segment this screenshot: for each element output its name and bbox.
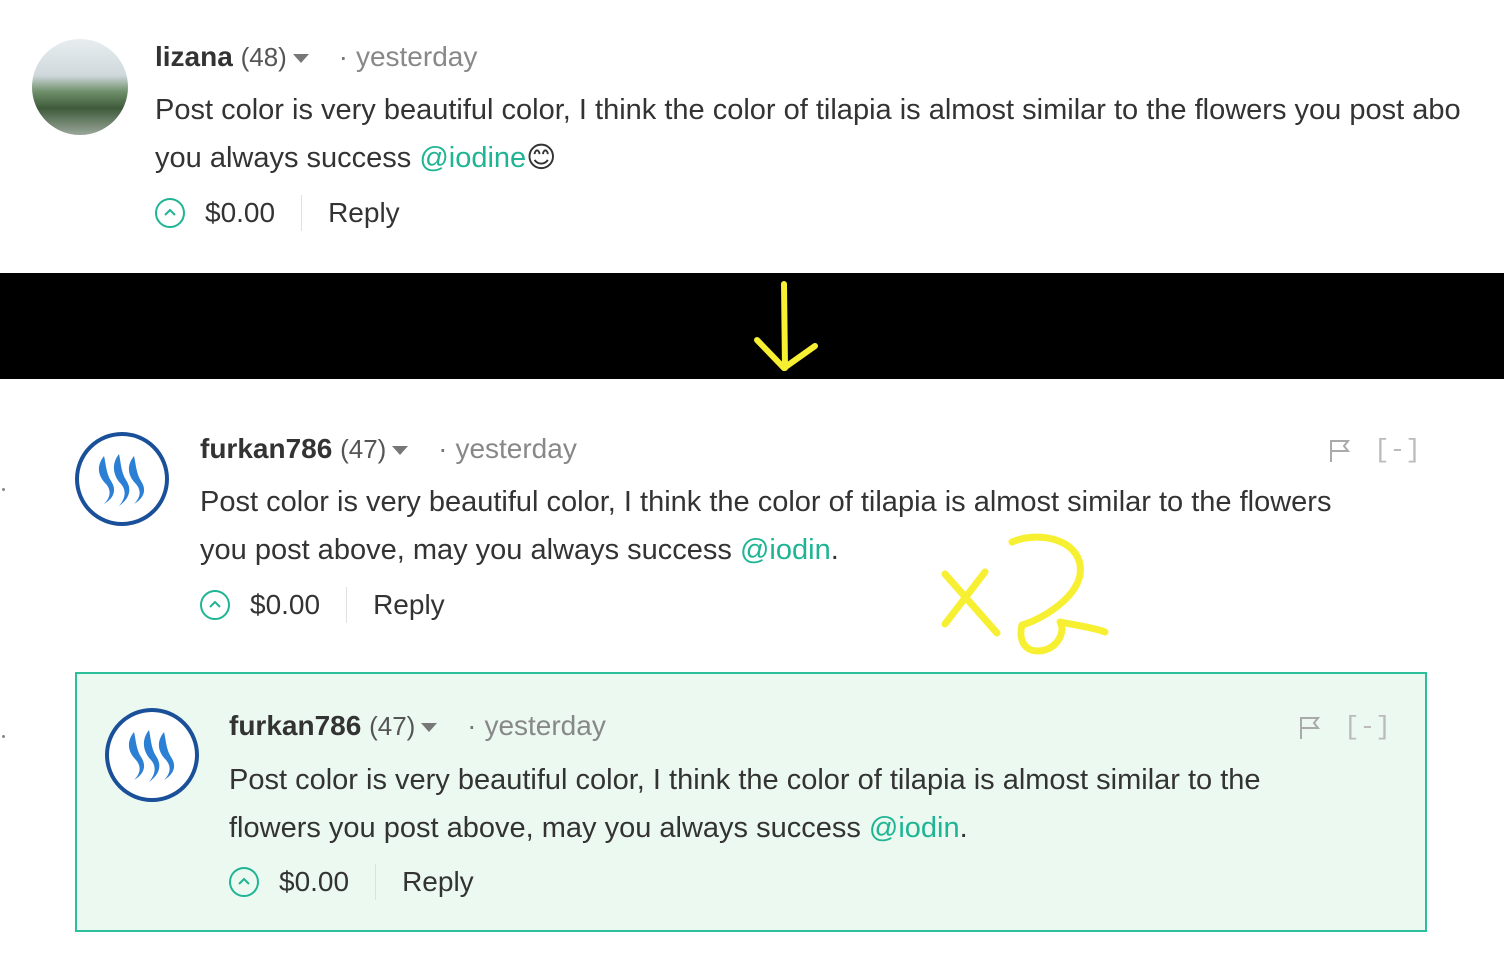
comment-text: .	[959, 812, 968, 844]
divider	[301, 194, 303, 231]
comment-actions: $0.00 Reply	[229, 863, 474, 900]
comment-lizana: lizana (48) · yesterday Post color is ver…	[0, 0, 1504, 270]
author-name[interactable]: lizana	[155, 41, 233, 72]
divider	[346, 586, 348, 623]
reply-button[interactable]: Reply	[402, 865, 474, 899]
comment-header: furkan786 (47) · yesterday	[200, 432, 577, 466]
upvote-icon[interactable]	[200, 589, 230, 620]
comment-line: Post color is very beautiful color, I th…	[155, 94, 1461, 126]
mention-link[interactable]: @iodine	[419, 142, 526, 174]
upvote-icon[interactable]	[155, 197, 185, 228]
comment-actions: $0.00 Reply	[200, 586, 445, 623]
timestamp[interactable]: yesterday	[455, 433, 576, 464]
comment-body: Post color is very beautiful color, I th…	[200, 478, 1331, 574]
collapse-toggle[interactable]: [-]	[1374, 435, 1421, 465]
stray-dot	[2, 735, 5, 738]
flag-icon[interactable]	[1298, 715, 1322, 741]
comment-text: flowers you post above, may you always s…	[229, 812, 869, 844]
payout-amount[interactable]: $0.00	[205, 196, 275, 230]
comment-text: you always success	[155, 142, 420, 174]
comment-actions: $0.00 Reply	[155, 194, 400, 231]
author-reputation: (47)	[340, 434, 387, 464]
payout-amount[interactable]: $0.00	[250, 588, 320, 622]
mention-link[interactable]: @iodin	[869, 812, 960, 844]
highlighted-comment: furkan786 (47) · yesterday [-] Post color…	[75, 672, 1427, 932]
comment-line: Post color is very beautiful color, I th…	[200, 486, 1332, 518]
caret-down-icon[interactable]	[292, 54, 309, 64]
user-avatar[interactable]	[75, 432, 169, 526]
comment-body: Post color is very beautiful color, I th…	[229, 756, 1261, 852]
flag-icon[interactable]	[1328, 438, 1352, 464]
comment-furkan786: furkan786 (47) · yesterday [-] Post color…	[0, 380, 1504, 660]
author-reputation: (48)	[240, 42, 287, 72]
caret-down-icon[interactable]	[421, 723, 438, 733]
reply-button[interactable]: Reply	[328, 196, 400, 230]
divider	[375, 863, 377, 900]
timestamp[interactable]: yesterday	[356, 41, 477, 72]
separator-dot: ·	[467, 710, 477, 741]
comment-line: you always success @iodine😊	[155, 134, 1461, 182]
separator-dot: ·	[438, 433, 448, 464]
mention-link[interactable]: @iodin	[740, 534, 831, 566]
steem-logo-icon	[128, 730, 175, 782]
user-avatar[interactable]	[32, 39, 128, 135]
reply-button[interactable]: Reply	[373, 588, 445, 622]
comment-line: you post above, may you always success @…	[200, 526, 1331, 574]
timestamp[interactable]: yesterday	[484, 710, 605, 741]
user-avatar[interactable]	[105, 708, 199, 802]
author-reputation: (47)	[369, 711, 416, 741]
caret-down-icon[interactable]	[392, 446, 409, 456]
comment-line: Post color is very beautiful color, I th…	[229, 764, 1261, 796]
comment-line: flowers you post above, may you always s…	[229, 804, 1261, 852]
separator-dot: ·	[338, 41, 348, 72]
black-separator-band	[0, 273, 1504, 379]
comment-text: .	[830, 534, 839, 566]
author-name[interactable]: furkan786	[200, 433, 332, 464]
comment-text: you post above, may you always success	[200, 534, 740, 566]
comment-header: lizana (48) · yesterday	[155, 40, 477, 74]
emoji-icon: 😊	[526, 142, 557, 174]
steem-logo-icon	[98, 454, 145, 506]
payout-amount[interactable]: $0.00	[279, 865, 349, 899]
author-name[interactable]: furkan786	[229, 710, 361, 741]
comment-header: furkan786 (47) · yesterday	[229, 709, 606, 743]
comment-body: Post color is very beautiful color, I th…	[155, 86, 1461, 182]
collapse-toggle[interactable]: [-]	[1344, 712, 1391, 742]
upvote-icon[interactable]	[229, 866, 259, 897]
